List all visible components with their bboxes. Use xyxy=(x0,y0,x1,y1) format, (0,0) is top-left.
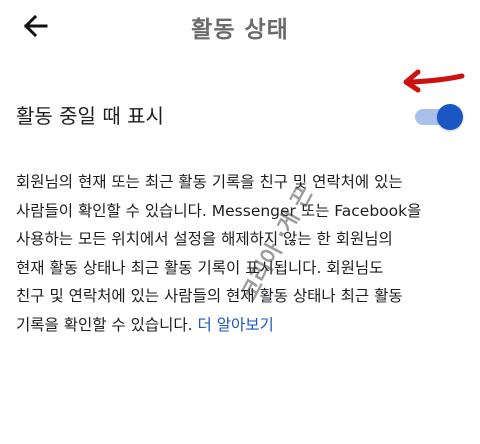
description-line: 사용하는 모든 위치에서 설정을 해제하지 않는 한 회원님의 xyxy=(16,230,393,248)
description-last-line: 기록을 확인할 수 있습니다. 더 알아보기 xyxy=(16,311,466,340)
header-bar: 활동 상태 xyxy=(0,0,480,52)
active-status-setting-row: 활동 중일 때 표시 xyxy=(0,90,480,140)
description-line: 사람들이 확인할 수 있습니다. Messenger 또는 Facebook을 xyxy=(16,201,422,220)
description-line: 기록을 확인할 수 있습니다. xyxy=(16,315,193,334)
description-text: 회원님의 현재 또는 최근 활동 기록을 친구 및 연락처에 있는 사람들이 확… xyxy=(16,168,466,339)
page-title: 활동 상태 xyxy=(191,17,289,43)
toggle-knob xyxy=(437,104,463,130)
description-line: 회원님의 현재 또는 최근 활동 기록을 친구 및 연락처에 있는 xyxy=(16,173,403,191)
active-status-toggle[interactable] xyxy=(415,104,467,130)
learn-more-link[interactable]: 더 알아보기 xyxy=(198,316,274,334)
active-status-label: 활동 중일 때 표시 xyxy=(16,104,164,128)
